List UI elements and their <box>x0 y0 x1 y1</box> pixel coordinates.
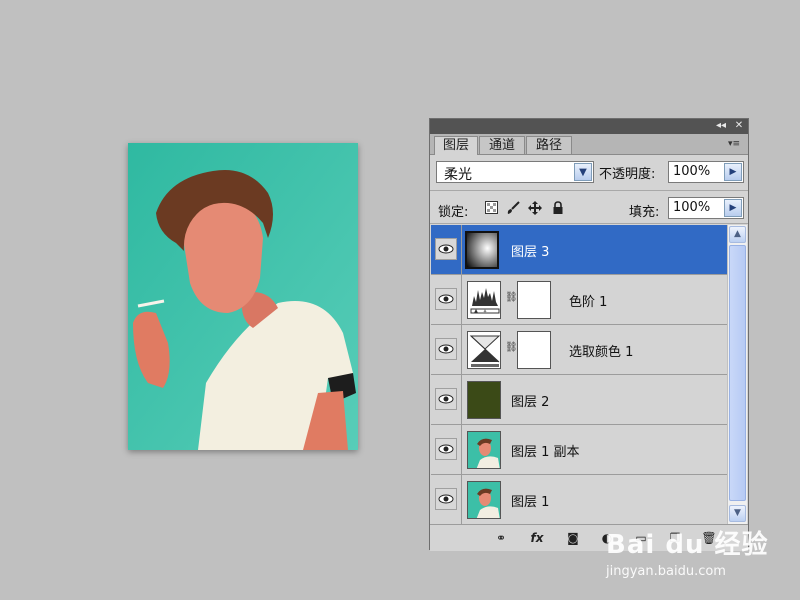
fx-icon[interactable]: fx <box>528 529 546 547</box>
opacity-label: 不透明度: <box>599 167 656 182</box>
link-icon[interactable]: ⛓ <box>505 342 518 356</box>
layer-name: 图层 2 <box>511 395 550 410</box>
tab-label: 图层 <box>442 138 469 153</box>
panel-titlebar[interactable]: ◂◂ ✕ <box>430 119 748 134</box>
eye-icon[interactable] <box>435 438 457 460</box>
blend-row: 柔光 ▼ 不透明度: 100% ▶ <box>430 157 748 187</box>
chevron-down-icon[interactable]: ▼ <box>574 163 592 181</box>
lock-transparent-icon[interactable] <box>484 201 498 215</box>
lock-brush-icon[interactable] <box>506 201 520 215</box>
fill-label: 填充: <box>629 205 660 220</box>
collapse-icon[interactable]: ◂◂ <box>714 120 728 132</box>
eye-icon[interactable] <box>435 338 457 360</box>
fill-input[interactable]: 100% ▶ <box>668 197 744 219</box>
layer-name: 图层 1 <box>511 495 550 510</box>
canvas-photo <box>128 143 358 450</box>
list-item-layer-3[interactable]: 图层 3 <box>431 225 727 275</box>
selective-color-adjustment-icon[interactable] <box>467 331 501 369</box>
layers-scrollbar[interactable]: ▲ ▼ <box>727 225 747 524</box>
divider <box>461 275 462 324</box>
layers-panel: ◂◂ ✕ 图层 通道 路径 ▾≡ 柔光 ▼ 不透明度: 100% ▶ 锁定: 填… <box>429 118 749 551</box>
divider <box>461 425 462 474</box>
divider <box>461 475 462 524</box>
tab-paths[interactable]: 路径 <box>526 136 572 154</box>
eye-icon[interactable] <box>435 238 457 260</box>
opacity-value: 100% <box>673 164 711 179</box>
divider <box>461 325 462 374</box>
tab-label: 通道 <box>488 138 515 153</box>
tab-channels[interactable]: 通道 <box>479 136 525 154</box>
tab-layers[interactable]: 图层 <box>434 136 478 155</box>
layers-list: 图层 3 ⛓ 色阶 1 ⛓ 选取颜色 1 图层 2 图层 1 副本 图层 1 <box>431 225 727 524</box>
lock-label: 锁定: <box>438 205 469 220</box>
panel-menu-icon[interactable]: ▾≡ <box>728 138 744 150</box>
layer-mask-thumbnail[interactable] <box>517 281 551 319</box>
layer-name: 选取颜色 1 <box>569 345 634 360</box>
close-icon[interactable]: ✕ <box>732 120 746 132</box>
layer-name: 图层 3 <box>511 245 550 260</box>
eye-icon[interactable] <box>435 388 457 410</box>
layer-thumbnail[interactable] <box>467 381 501 419</box>
layer-thumbnail[interactable] <box>467 481 501 519</box>
add-mask-icon[interactable]: ◙ <box>564 529 582 547</box>
watermark-url: jingyan.baidu.com <box>606 564 726 579</box>
scroll-down-button[interactable]: ▼ <box>729 505 746 522</box>
divider <box>461 375 462 424</box>
layer-mask-thumbnail[interactable] <box>517 331 551 369</box>
eye-icon[interactable] <box>435 288 457 310</box>
panel-tabs: 图层 通道 路径 ▾≡ <box>430 134 748 155</box>
blend-mode-value: 柔光 <box>444 167 472 183</box>
lock-all-icon[interactable] <box>551 201 565 215</box>
link-layers-icon[interactable]: ⚭ <box>492 529 510 547</box>
layer-name: 图层 1 副本 <box>511 445 580 460</box>
layer-thumbnail[interactable] <box>465 231 499 269</box>
watermark-logo: Bai du 经验 <box>606 530 769 560</box>
layer-thumbnail[interactable] <box>467 431 501 469</box>
list-item-levels-1[interactable]: ⛓ 色阶 1 <box>431 275 727 325</box>
list-item-layer-1[interactable]: 图层 1 <box>431 475 727 524</box>
divider <box>430 223 748 224</box>
layer-name: 色阶 1 <box>569 295 608 310</box>
link-icon[interactable]: ⛓ <box>505 292 518 306</box>
divider <box>461 225 462 274</box>
list-item-layer-2[interactable]: 图层 2 <box>431 375 727 425</box>
tab-label: 路径 <box>535 138 562 153</box>
scroll-up-button[interactable]: ▲ <box>729 226 746 243</box>
opacity-input[interactable]: 100% ▶ <box>668 161 744 183</box>
portrait-image <box>128 143 358 450</box>
blend-mode-select[interactable]: 柔光 ▼ <box>436 161 594 183</box>
chevron-right-icon[interactable]: ▶ <box>724 163 742 181</box>
chevron-right-icon[interactable]: ▶ <box>724 199 742 217</box>
levels-adjustment-icon[interactable] <box>467 281 501 319</box>
list-item-selective-color-1[interactable]: ⛓ 选取颜色 1 <box>431 325 727 375</box>
scrollbar-thumb[interactable] <box>729 245 746 501</box>
fill-value: 100% <box>673 200 711 215</box>
list-item-layer-1-copy[interactable]: 图层 1 副本 <box>431 425 727 475</box>
lock-move-icon[interactable] <box>528 201 542 215</box>
eye-icon[interactable] <box>435 488 457 510</box>
divider <box>430 190 748 191</box>
